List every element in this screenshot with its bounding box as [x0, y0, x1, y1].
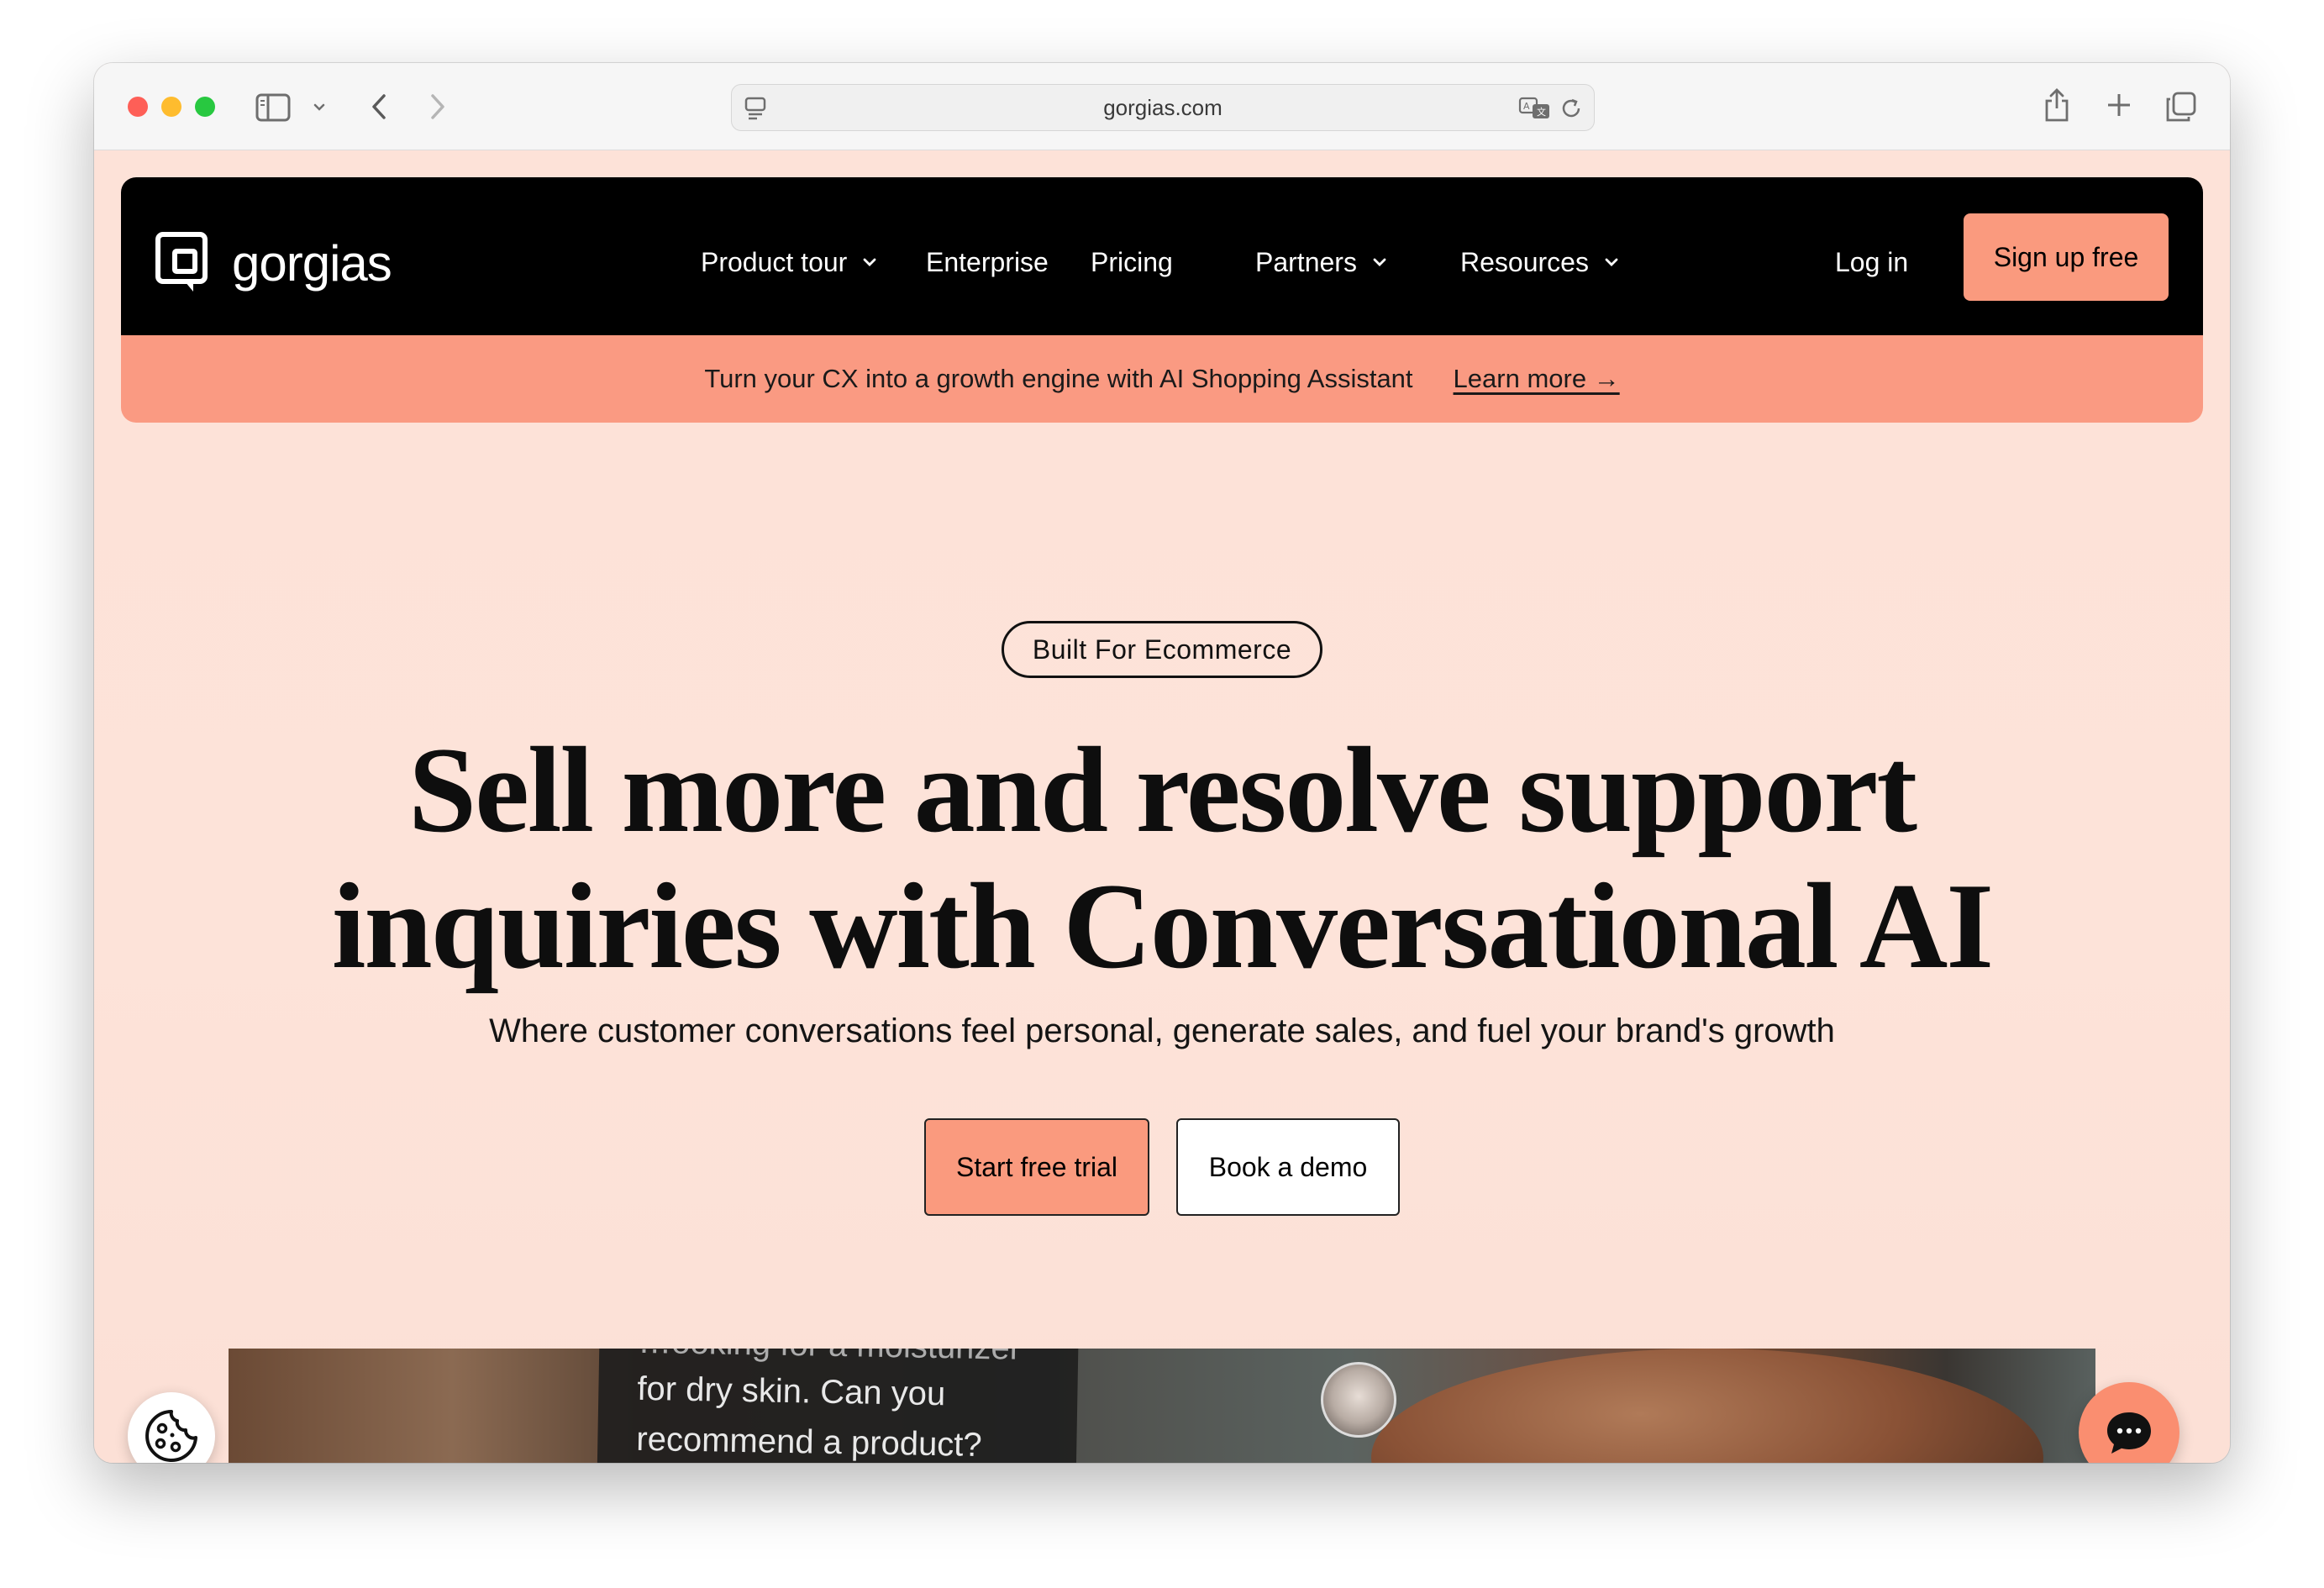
gorgias-logo[interactable]: gorgias — [155, 231, 392, 295]
sidebar-icon[interactable] — [255, 93, 291, 122]
chat-message-line-1: for dry skin. Can you — [637, 1370, 946, 1413]
learn-more-link[interactable]: Learn more → — [1454, 364, 1620, 394]
chat-message-bubble: …ooking for a moisturizer for dry skin. … — [597, 1349, 1079, 1463]
login-link[interactable]: Log in — [1835, 241, 1908, 283]
svg-text:A: A — [1523, 101, 1530, 112]
announcement-text: Turn your CX into a growth engine with A… — [704, 364, 1413, 393]
browser-window: gorgias.com A文 gorgias Product tour Ente… — [94, 63, 2230, 1463]
customer-photo — [1371, 1349, 2043, 1463]
hero-badge: Built For Ecommerce — [1002, 621, 1322, 678]
start-free-trial-button[interactable]: Start free trial — [924, 1118, 1149, 1216]
site-header: gorgias Product tour Enterprise Pricing … — [121, 177, 2203, 335]
svg-text:文: 文 — [1537, 106, 1546, 118]
page: gorgias Product tour Enterprise Pricing … — [94, 150, 2230, 1463]
forward-icon[interactable] — [420, 90, 454, 124]
chat-icon — [2107, 1412, 2151, 1454]
reload-icon[interactable] — [1559, 96, 1584, 121]
chat-message-line-2: recommend a product? — [635, 1420, 983, 1463]
translate-icon[interactable]: A文 — [1518, 96, 1552, 121]
chevron-down-icon — [863, 258, 876, 266]
hero-title: Sell more and resolve support inquiries … — [304, 722, 2020, 994]
nav-enterprise[interactable]: Enterprise — [926, 241, 1049, 283]
nav-resources[interactable]: Resources — [1460, 241, 1621, 283]
address-bar[interactable]: gorgias.com A文 — [731, 84, 1595, 131]
hero-video: …ooking for a moisturizer for dry skin. … — [229, 1349, 2095, 1463]
signup-button[interactable]: Sign up free — [1964, 213, 2169, 301]
hero-title-line-1: Sell more and resolve support — [407, 722, 1917, 858]
avatar — [1321, 1362, 1396, 1438]
share-icon[interactable] — [2040, 85, 2074, 125]
announcement-bar: Turn your CX into a growth engine with A… — [121, 335, 2203, 423]
close-window-button[interactable] — [128, 97, 148, 117]
hero-title-line-2: inquiries with Conversational AI — [331, 858, 1994, 994]
plus-icon[interactable] — [2102, 88, 2136, 122]
gorgias-logo-icon — [155, 232, 208, 292]
zoom-window-button[interactable] — [195, 97, 215, 117]
chevron-down-icon[interactable] — [309, 97, 329, 117]
browser-toolbar: gorgias.com A文 — [94, 63, 2230, 150]
nav-pricing[interactable]: Pricing — [1091, 241, 1173, 283]
hero-subtitle: Where customer conversations feel person… — [489, 1012, 1835, 1049]
back-icon[interactable] — [363, 90, 397, 124]
nav-partners[interactable]: Partners — [1255, 241, 1389, 283]
chevron-down-icon — [1373, 258, 1386, 266]
cookie-icon — [145, 1410, 197, 1462]
minimize-window-button[interactable] — [161, 97, 181, 117]
url-text: gorgias.com — [1103, 94, 1222, 120]
nav-product-tour[interactable]: Product tour — [701, 241, 879, 283]
book-demo-button[interactable]: Book a demo — [1176, 1118, 1400, 1216]
chevron-down-icon — [1605, 258, 1618, 266]
tabs-icon[interactable] — [2163, 88, 2200, 125]
cookie-settings-button[interactable] — [128, 1392, 215, 1463]
logo-text: gorgias — [232, 234, 392, 292]
